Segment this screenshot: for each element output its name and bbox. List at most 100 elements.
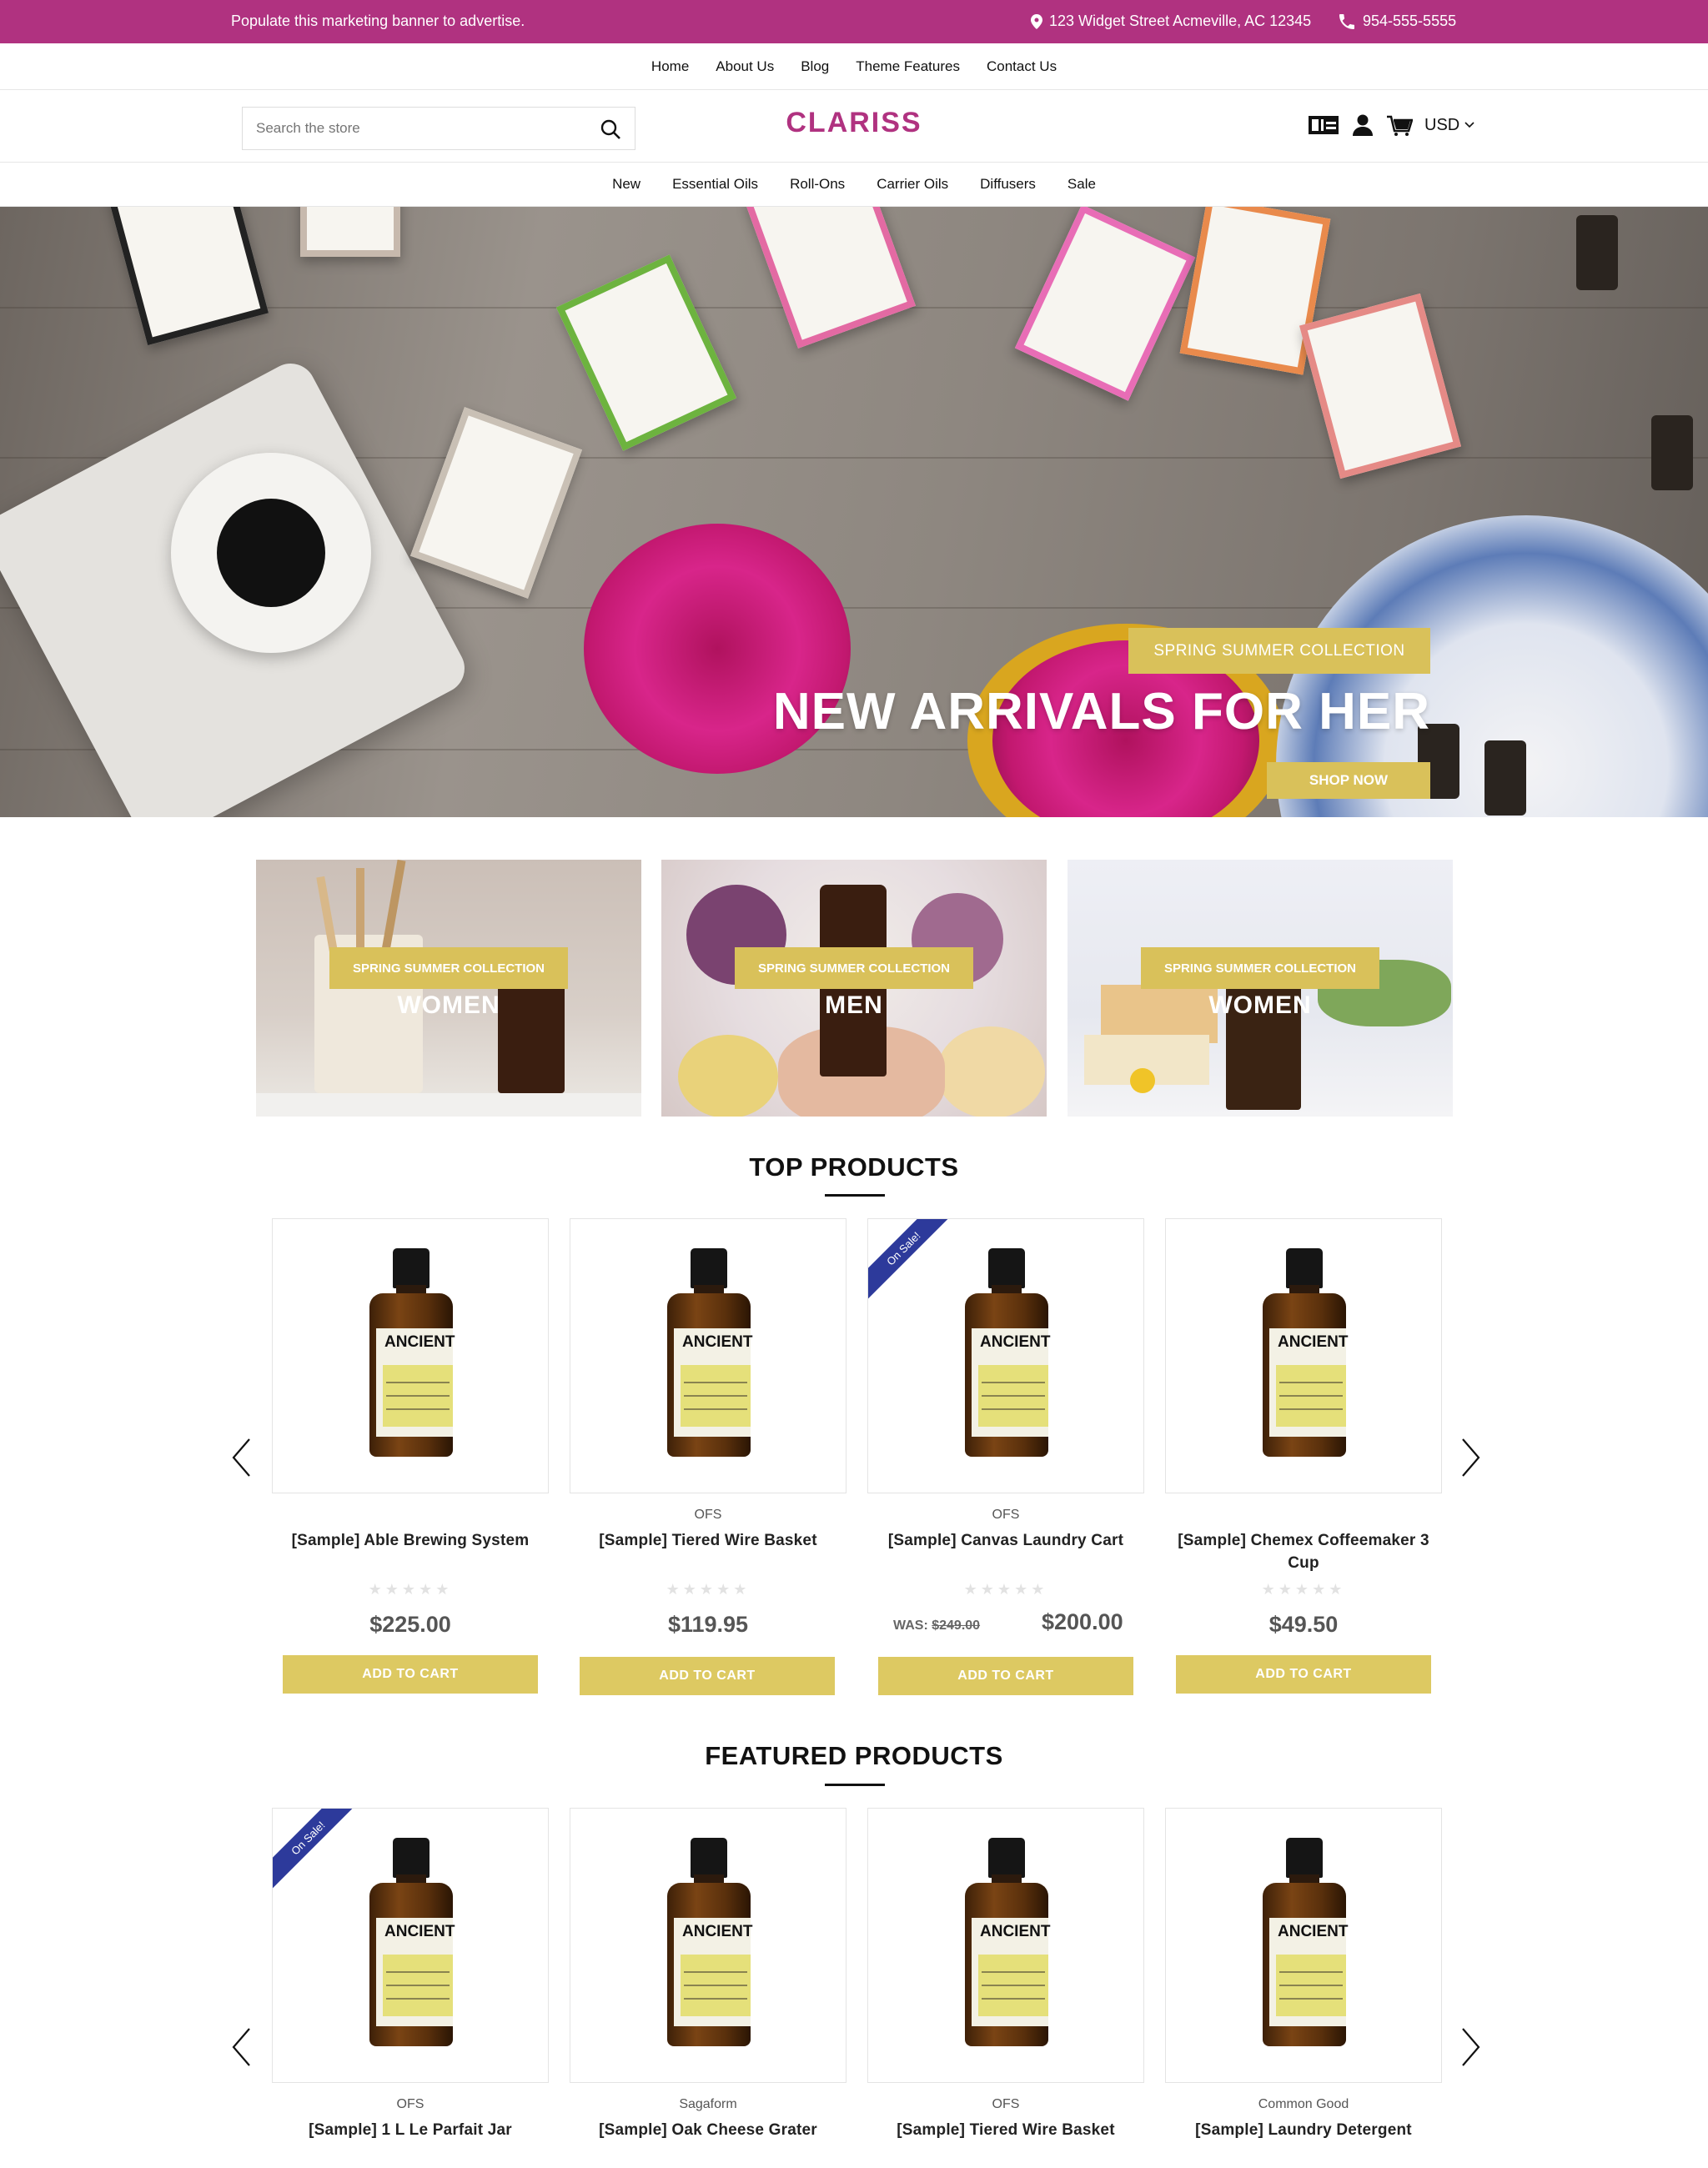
nav-link-blog[interactable]: Blog [801, 58, 829, 75]
site-header: CLARISS USD [0, 90, 1708, 162]
hero-soap-image [410, 407, 582, 599]
product-bottle-image: ANCIENT [667, 1838, 752, 2055]
carousel-next-arrow-icon[interactable] [1458, 1437, 1483, 1478]
product-image[interactable]: ANCIENT [570, 1808, 846, 2083]
carousel-prev-arrow-icon[interactable] [229, 2026, 254, 2068]
product-name[interactable]: [Sample] Tiered Wire Basket [864, 2119, 1148, 2141]
nav-link-theme-features[interactable]: Theme Features [856, 58, 960, 75]
hero-soap-image [106, 207, 269, 346]
collection-tile-men[interactable]: SPRING SUMMER COLLECTION MEN [661, 860, 1047, 1117]
label-line [982, 1998, 1045, 2000]
category-essential-oils[interactable]: Essential Oils [672, 176, 758, 193]
product-brand[interactable]: OFS [867, 1508, 1144, 1523]
category-sale[interactable]: Sale [1068, 176, 1096, 193]
section-divider [825, 1784, 885, 1786]
section-divider [825, 1194, 885, 1197]
bottle-label: ANCIENT [376, 1328, 455, 1437]
currency-selector[interactable]: USD [1424, 116, 1474, 135]
search-box [242, 107, 635, 150]
collection-tile-women[interactable]: SPRING SUMMER COLLECTION WOMEN [256, 860, 641, 1117]
product-name[interactable]: [Sample] Tiered Wire Basket [566, 1529, 850, 1552]
store-address[interactable]: 123 Widget Street Acmeville, AC 12345 [1031, 13, 1311, 30]
compare-icon[interactable] [1308, 113, 1339, 137]
category-new[interactable]: New [612, 176, 640, 193]
product-image[interactable]: ANCIENT [1165, 1808, 1442, 2083]
label-line [982, 1395, 1045, 1397]
bottle-label: ANCIENT [376, 1918, 455, 2026]
product-brand[interactable]: Sagaform [570, 2097, 846, 2112]
nav-link-home[interactable]: Home [651, 58, 689, 75]
account-icon[interactable] [1351, 113, 1374, 137]
phone-icon [1339, 13, 1354, 29]
product-name[interactable]: [Sample] Able Brewing System [269, 1529, 552, 1552]
label-line [684, 1395, 747, 1397]
hero-shop-now-button[interactable]: SHOP NOW [1267, 762, 1430, 799]
search-icon[interactable] [600, 118, 621, 140]
add-to-cart-button[interactable]: ADD TO CART [580, 1657, 835, 1695]
label-line [386, 1985, 450, 1986]
label-line [386, 1971, 450, 1973]
product-name[interactable]: [Sample] Chemex Coffeemaker 3 Cup [1162, 1529, 1445, 1574]
product-brand[interactable]: Common Good [1165, 2097, 1442, 2112]
product-name[interactable]: [Sample] Canvas Laundry Cart [864, 1529, 1148, 1552]
hero-soap-image [1299, 293, 1462, 479]
store-logo[interactable]: CLARISS [786, 107, 922, 138]
add-to-cart-button[interactable]: ADD TO CART [878, 1657, 1133, 1695]
nav-link-contact-us[interactable]: Contact Us [987, 58, 1057, 75]
product-rating: ★★★★★ [666, 1581, 751, 1598]
product-image[interactable]: On Sale! ANCIENT [867, 1218, 1144, 1493]
label-line [1279, 1395, 1343, 1397]
collection-tag: SPRING SUMMER COLLECTION [329, 947, 569, 989]
category-diffusers[interactable]: Diffusers [980, 176, 1036, 193]
product-name[interactable]: [Sample] Oak Cheese Grater [566, 2119, 850, 2141]
label-line [684, 1998, 747, 2000]
label-line [982, 1971, 1045, 1973]
add-to-cart-button[interactable]: ADD TO CART [283, 1655, 538, 1694]
search-input[interactable] [243, 108, 576, 149]
product-image[interactable]: ANCIENT [570, 1218, 846, 1493]
bottle-label: ANCIENT [972, 1328, 1050, 1437]
product-bottle-image: ANCIENT [965, 1248, 1050, 1465]
product-name[interactable]: [Sample] Laundry Detergent [1162, 2119, 1445, 2141]
header-actions: USD [1308, 113, 1474, 137]
category-carrier-oils[interactable]: Carrier Oils [877, 176, 948, 193]
label-line [684, 1971, 747, 1973]
product-image[interactable]: ANCIENT [272, 1218, 549, 1493]
product-name[interactable]: [Sample] 1 L Le Parfait Jar [269, 2119, 552, 2141]
store-address-text: 123 Widget Street Acmeville, AC 12345 [1049, 13, 1312, 29]
bottle-label-brand: ANCIENT [1278, 1923, 1349, 1940]
cart-icon[interactable] [1386, 113, 1413, 137]
was-label: WAS: [893, 1618, 928, 1633]
top-products-title: TOP PRODUCTS [749, 1152, 959, 1182]
hero-banner[interactable]: SPRING SUMMER COLLECTION NEW ARRIVALS FO… [0, 207, 1708, 817]
store-phone[interactable]: 954-555-5555 [1339, 13, 1456, 30]
bottle-cap [393, 1838, 430, 1878]
carousel-next-arrow-icon[interactable] [1458, 2026, 1483, 2068]
product-image[interactable]: On Sale! ANCIENT [272, 1808, 549, 2083]
currency-label: USD [1424, 115, 1460, 134]
collection-tile-women-2[interactable]: SPRING SUMMER COLLECTION WOMEN [1068, 860, 1453, 1117]
product-brand[interactable]: OFS [570, 1508, 846, 1523]
tile-brush-image [356, 868, 364, 951]
label-line [982, 1408, 1045, 1410]
product-bottle-image: ANCIENT [369, 1248, 455, 1465]
carousel-prev-arrow-icon[interactable] [229, 1437, 254, 1478]
collection-title: WOMEN [397, 991, 500, 1019]
label-line [684, 1408, 747, 1410]
utility-nav: Home About Us Blog Theme Features Contac… [0, 43, 1708, 90]
add-to-cart-button[interactable]: ADD TO CART [1176, 1655, 1431, 1694]
nav-link-about-us[interactable]: About Us [716, 58, 774, 75]
hero-tag: SPRING SUMMER COLLECTION [1128, 628, 1430, 674]
collection-tag: SPRING SUMMER COLLECTION [734, 947, 974, 989]
hero-coffee-image [217, 499, 325, 607]
product-image[interactable]: ANCIENT [867, 1808, 1144, 2083]
chevron-down-icon [1464, 122, 1474, 128]
product-rating: ★★★★★ [368, 1581, 453, 1598]
product-brand[interactable]: OFS [272, 2097, 549, 2112]
product-rating: ★★★★★ [1261, 1581, 1346, 1598]
hero-bottle-image [1576, 215, 1618, 290]
category-roll-ons[interactable]: Roll-Ons [790, 176, 845, 193]
product-brand[interactable]: OFS [867, 2097, 1144, 2112]
product-image[interactable]: ANCIENT [1165, 1218, 1442, 1493]
product-rating: ★★★★★ [963, 1581, 1048, 1598]
